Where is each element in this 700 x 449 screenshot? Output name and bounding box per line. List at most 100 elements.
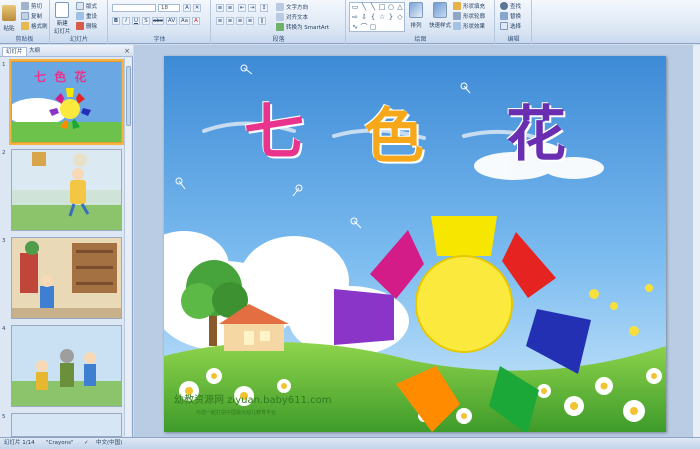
change-case-button[interactable]: Aa [179, 17, 190, 25]
slides-pane: 幻灯片 大纲 × 1 七 色 花 2 3 4 5 [0, 45, 133, 437]
reset-button[interactable]: 重设 [76, 12, 97, 20]
editing-group: 查找 替换 选择 编辑 [496, 0, 532, 44]
slide-number: 5 [2, 414, 6, 420]
underline-button[interactable]: U [132, 17, 140, 25]
shape-effects-label: 形状效果 [463, 24, 486, 30]
language-indicator[interactable]: 中文(中国) [96, 438, 122, 449]
numbering-button[interactable]: ≡ [226, 4, 234, 12]
slide-number: 1 [2, 62, 6, 68]
binoculars-icon [500, 2, 508, 10]
slide-thumbnail[interactable] [11, 237, 122, 319]
quick-styles-icon [433, 2, 447, 18]
format-painter-label: 格式刷 [31, 24, 48, 30]
find-button[interactable]: 查找 [500, 2, 521, 10]
powerpoint-window: 粘贴 剪切 复制 格式刷 剪贴板 新建 幻灯片 版式 重设 删除 幻灯片 18 … [0, 0, 700, 449]
shape-fill-button[interactable]: 形状填充 [453, 2, 485, 10]
scrollbar-thumb[interactable] [126, 66, 131, 126]
slide-thumbnail[interactable] [11, 325, 122, 407]
reset-icon [76, 12, 84, 20]
arrow-icon: ⇩ [361, 13, 367, 21]
font-group: 18 A ✕ B I U S abc AV Aa A 字体 [109, 0, 211, 44]
char-spacing-button[interactable]: AV [166, 17, 177, 25]
shadow-button[interactable]: S [142, 17, 150, 25]
slides-group-label: 幻灯片 [69, 36, 88, 43]
new-slide-label: 新建 [56, 21, 68, 27]
format-painter-icon [21, 22, 29, 30]
tab-outline[interactable]: 大纲 [26, 47, 43, 56]
shapes-gallery[interactable]: ▭ ╲ ╲ □ ○ △ ⇨ ⇩ { ☆ } ◇ ∿ ⌒ ▢ [349, 2, 405, 32]
grow-font-button[interactable]: A [183, 4, 191, 12]
decrease-indent-button[interactable]: ⇤ [238, 4, 246, 12]
line-spacing-button[interactable]: ↕ [260, 4, 268, 12]
replace-button[interactable]: 替换 [500, 12, 521, 20]
italic-button[interactable]: I [122, 17, 130, 25]
select-button[interactable]: 选择 [500, 22, 521, 30]
arrange-label: 排列 [410, 23, 422, 29]
slide-number: 2 [2, 150, 6, 156]
tab-slides[interactable]: 幻灯片 [2, 47, 27, 56]
clear-format-button[interactable]: ✕ [193, 4, 201, 12]
status-bar: 幻灯片 1/14 "Crayons" ✓ 中文(中国) [0, 437, 700, 449]
font-color-button[interactable]: A [192, 17, 200, 25]
new-slide-icon [55, 2, 70, 18]
bold-button[interactable]: B [112, 17, 120, 25]
shape-fill-label: 形状填充 [463, 4, 486, 10]
thumbnail-2-art [12, 150, 121, 230]
slide-canvas[interactable]: 幼教资源网 ziyuan.baby611.com 与您一起打造中国最大幼儿教育平… [164, 56, 666, 432]
paste-label: 粘贴 [3, 26, 15, 32]
strikethrough-button[interactable]: abc [152, 17, 164, 25]
slide-thumbnail[interactable] [11, 149, 122, 231]
convert-smartart-button[interactable]: 转换为 SmartArt [276, 23, 329, 31]
slide-thumbnail[interactable]: 七 色 花 [9, 59, 124, 145]
thumbnail-title: 七 色 花 [34, 70, 89, 84]
layout-icon [76, 2, 84, 10]
copy-button[interactable]: 复制 [21, 12, 42, 20]
thumbnail-scrollbar[interactable] [124, 58, 131, 436]
shape-effects-button[interactable]: 形状效果 [453, 22, 485, 30]
cut-button[interactable]: 剪切 [21, 2, 42, 10]
align-text-button[interactable]: 对齐文本 [276, 13, 308, 21]
align-left-button[interactable]: ≡ [216, 17, 224, 25]
pen-icon [453, 12, 461, 20]
pane-tabs: 幻灯片 大纲 × [0, 45, 133, 57]
slide-thumbnail[interactable] [11, 413, 122, 437]
slide-counter: 幻灯片 1/14 [4, 440, 35, 446]
flower-center [415, 255, 513, 353]
align-right-button[interactable]: ≡ [236, 17, 244, 25]
align-center-button[interactable]: ≡ [226, 17, 234, 25]
delete-slide-button[interactable]: 删除 [76, 22, 97, 30]
close-icon[interactable]: × [124, 47, 130, 55]
curve-icon: ∿ [352, 23, 358, 31]
editor-scrollbar[interactable] [692, 45, 700, 437]
effects-icon [453, 22, 461, 30]
thumbnail-3-art [12, 238, 121, 318]
font-name-combo[interactable] [112, 4, 156, 12]
shape-outline-label: 形状轮廓 [463, 14, 486, 20]
format-painter-button[interactable]: 格式刷 [21, 22, 48, 30]
increase-indent-button[interactable]: ⇥ [248, 4, 256, 12]
paragraph-group-label: 段落 [272, 36, 285, 43]
font-size-combo[interactable]: 18 [158, 4, 180, 12]
bullets-button[interactable]: ≡ [216, 4, 224, 12]
spellcheck-icon[interactable]: ✓ [84, 438, 89, 449]
title-char: 色 [364, 102, 424, 172]
slide-title[interactable]: 七 色 花 [244, 84, 624, 172]
new-slide-button[interactable]: 新建 幻灯片 [54, 2, 71, 35]
layout-button[interactable]: 版式 [76, 2, 97, 10]
paste-button[interactable]: 粘贴 [2, 5, 16, 32]
title-char: 花 [506, 100, 566, 170]
text-box-icon: ▭ [351, 3, 359, 11]
quick-styles-button[interactable]: 快速样式 [429, 2, 451, 29]
shape-outline-button[interactable]: 形状轮廓 [453, 12, 485, 20]
text-direction-button[interactable]: 文字方向 [276, 3, 308, 11]
paste-icon [2, 5, 16, 21]
callout-icon: ◇ [397, 13, 403, 21]
justify-button[interactable]: ≡ [246, 17, 254, 25]
text-direction-label: 文字方向 [286, 5, 309, 11]
columns-button[interactable]: ‖ [258, 17, 266, 25]
star-icon: ☆ [378, 13, 386, 21]
rounded-rect-icon: ▢ [369, 23, 377, 31]
find-label: 查找 [510, 4, 522, 10]
arrange-button[interactable]: 排列 [409, 2, 423, 29]
quick-styles-label: 快速样式 [429, 23, 452, 29]
